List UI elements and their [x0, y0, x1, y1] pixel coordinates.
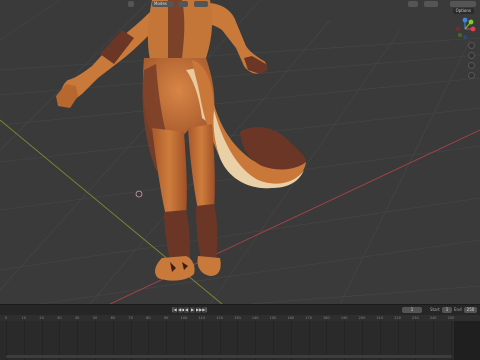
camera-icon[interactable] [468, 62, 475, 69]
visibility-button[interactable] [408, 1, 418, 7]
jump-keyframe-forward-button[interactable]: ▶▶ [196, 307, 202, 313]
options-dropdown[interactable]: Options [452, 8, 474, 14]
view-menu-button[interactable] [128, 1, 134, 7]
pivot-button[interactable] [194, 1, 208, 7]
current-frame-field[interactable]: 1 [402, 307, 422, 313]
jump-keyframe-back-button[interactable]: ◀◀ [178, 307, 184, 313]
3d-viewport[interactable]: Modes Options [0, 0, 480, 304]
perspective-grid-icon[interactable] [468, 72, 475, 79]
scene-canvas[interactable] [0, 0, 480, 304]
character-model [56, 0, 306, 281]
frame-column-line [451, 321, 452, 360]
play-reverse-button[interactable]: ◀ [184, 307, 189, 313]
play-button[interactable]: ▶ [190, 307, 195, 313]
shading-buttons[interactable] [450, 1, 476, 7]
jump-start-button[interactable]: |◀ [172, 307, 177, 313]
gizmo-y-icon [468, 19, 474, 25]
mode-selector[interactable]: Modes [152, 1, 174, 7]
start-frame-field[interactable]: 1 [442, 307, 452, 313]
start-label: Start [430, 307, 440, 312]
3d-cursor [135, 190, 143, 198]
end-label: End [454, 307, 462, 312]
gizmo-x-icon [470, 26, 476, 32]
viewport-header: Modes [0, 0, 480, 9]
pan-hand-icon[interactable] [468, 52, 475, 59]
timeline-scrollbar[interactable] [6, 355, 452, 358]
jump-end-button[interactable]: ▶| [202, 307, 207, 313]
navigation-gizmo[interactable] [452, 16, 478, 42]
transform-orientation-button[interactable] [178, 1, 188, 7]
timeline-side-panel [454, 321, 480, 360]
zoom-icon[interactable] [468, 42, 475, 49]
mode-label: Modes [154, 1, 167, 6]
gizmo-z-icon [462, 17, 468, 23]
end-frame-field[interactable]: 250 [464, 307, 477, 313]
timeline-header: |◀ ◀◀ ◀ ▶ ▶▶ ▶| 1 Start 1 End 250 [0, 304, 480, 315]
overlays-button[interactable] [424, 1, 438, 7]
